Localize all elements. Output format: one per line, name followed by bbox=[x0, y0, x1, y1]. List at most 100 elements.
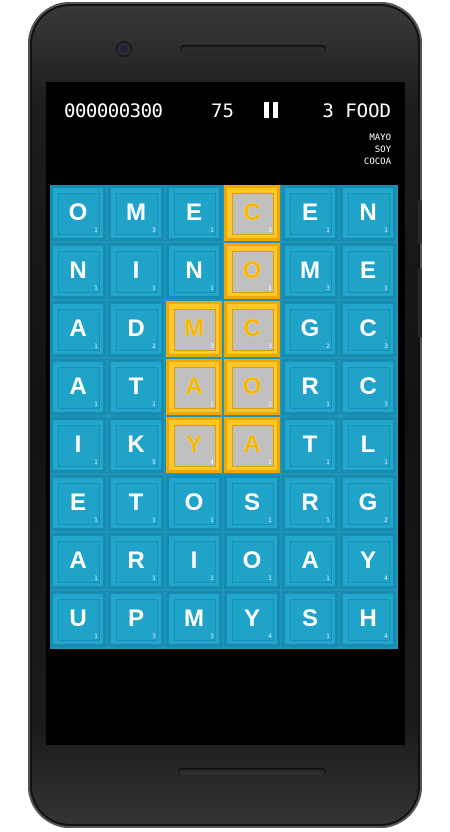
letter-tile[interactable]: R1 bbox=[282, 359, 338, 415]
tile-points: 1 bbox=[94, 227, 98, 234]
letter-tile[interactable]: H4 bbox=[340, 591, 396, 647]
letter-tile[interactable]: C3 bbox=[224, 301, 280, 357]
tile-points: 3 bbox=[268, 343, 272, 350]
tile-points: 1 bbox=[210, 575, 214, 582]
moves-counter: 75 bbox=[211, 100, 234, 122]
letter-tile[interactable]: E1 bbox=[50, 475, 106, 531]
letter-tile[interactable]: A1 bbox=[50, 301, 106, 357]
tile-points: 1 bbox=[94, 285, 98, 292]
game-screen: 000000300 75 3 FOOD MAYO SOY COCOA O1M3E… bbox=[46, 82, 405, 745]
tile-points: 1 bbox=[326, 633, 330, 640]
letter-tile[interactable]: T1 bbox=[282, 417, 338, 473]
tile-points: 1 bbox=[268, 517, 272, 524]
tile-points: 3 bbox=[268, 227, 272, 234]
tile-points: 1 bbox=[326, 227, 330, 234]
letter-tile[interactable]: T1 bbox=[108, 475, 164, 531]
tile-points: 1 bbox=[384, 227, 388, 234]
tile-points: 4 bbox=[210, 459, 214, 466]
letter-tile[interactable]: Y4 bbox=[340, 533, 396, 589]
letter-tile[interactable]: N1 bbox=[166, 243, 222, 299]
letter-tile[interactable]: I1 bbox=[50, 417, 106, 473]
volume-button bbox=[418, 200, 422, 244]
tile-points: 2 bbox=[384, 517, 388, 524]
letter-tile[interactable]: Y4 bbox=[224, 591, 280, 647]
letter-tile[interactable]: R1 bbox=[282, 475, 338, 531]
tile-points: 1 bbox=[210, 401, 214, 408]
tile-points: 1 bbox=[94, 401, 98, 408]
word-item: SOY bbox=[374, 145, 391, 155]
tile-points: 4 bbox=[384, 575, 388, 582]
tile-points: 3 bbox=[326, 285, 330, 292]
letter-grid: O1M3E1C3E1N1N1I1N1O1M3E1A1D2M3C3G2C3A1T1… bbox=[50, 185, 398, 649]
tile-points: 3 bbox=[384, 401, 388, 408]
letter-tile[interactable]: M3 bbox=[282, 243, 338, 299]
letter-tile[interactable]: C3 bbox=[340, 359, 396, 415]
letter-tile[interactable]: O1 bbox=[50, 185, 106, 241]
letter-tile[interactable]: K5 bbox=[108, 417, 164, 473]
power-button bbox=[418, 268, 422, 338]
tile-points: 1 bbox=[152, 517, 156, 524]
letter-tile[interactable]: Y4 bbox=[166, 417, 222, 473]
tile-points: 3 bbox=[384, 343, 388, 350]
letter-tile[interactable]: I1 bbox=[108, 243, 164, 299]
letter-tile[interactable]: E1 bbox=[282, 185, 338, 241]
letter-tile[interactable]: O1 bbox=[224, 243, 280, 299]
tile-points: 4 bbox=[268, 633, 272, 640]
letter-tile[interactable]: A1 bbox=[50, 359, 106, 415]
letter-tile[interactable]: N1 bbox=[340, 185, 396, 241]
tile-points: 1 bbox=[384, 459, 388, 466]
score-display: 000000300 bbox=[64, 100, 163, 122]
letter-tile[interactable]: O1 bbox=[224, 359, 280, 415]
letter-tile[interactable]: T1 bbox=[108, 359, 164, 415]
tile-points: 1 bbox=[152, 285, 156, 292]
tile-points: 1 bbox=[94, 633, 98, 640]
word-item: MAYO bbox=[369, 133, 391, 143]
pause-icon[interactable] bbox=[264, 102, 278, 118]
tile-points: 2 bbox=[152, 343, 156, 350]
letter-tile[interactable]: U1 bbox=[50, 591, 106, 647]
letter-tile[interactable]: S1 bbox=[224, 475, 280, 531]
letter-tile[interactable]: E1 bbox=[340, 243, 396, 299]
tile-points: 1 bbox=[326, 517, 330, 524]
tile-points: 1 bbox=[94, 575, 98, 582]
tile-points: 1 bbox=[210, 517, 214, 524]
letter-tile[interactable]: A1 bbox=[166, 359, 222, 415]
letter-tile[interactable]: M3 bbox=[108, 185, 164, 241]
letter-tile[interactable]: G2 bbox=[340, 475, 396, 531]
letter-tile[interactable]: M3 bbox=[166, 301, 222, 357]
tile-points: 1 bbox=[152, 401, 156, 408]
tile-points: 1 bbox=[326, 575, 330, 582]
camera-icon bbox=[118, 43, 130, 55]
letter-tile[interactable]: A1 bbox=[282, 533, 338, 589]
tile-points: 1 bbox=[268, 459, 272, 466]
tile-points: 1 bbox=[94, 459, 98, 466]
tile-points: 2 bbox=[326, 343, 330, 350]
letter-tile[interactable]: A1 bbox=[224, 417, 280, 473]
letter-tile[interactable]: A1 bbox=[50, 533, 106, 589]
letter-tile[interactable]: C3 bbox=[224, 185, 280, 241]
letter-tile[interactable]: L1 bbox=[340, 417, 396, 473]
letter-tile[interactable]: G2 bbox=[282, 301, 338, 357]
tile-points: 1 bbox=[268, 401, 272, 408]
topic-label: 3 FOOD bbox=[322, 100, 391, 122]
tile-points: 3 bbox=[152, 633, 156, 640]
letter-tile[interactable]: D2 bbox=[108, 301, 164, 357]
tile-points: 1 bbox=[152, 575, 156, 582]
letter-tile[interactable]: I1 bbox=[166, 533, 222, 589]
letter-tile[interactable]: O1 bbox=[166, 475, 222, 531]
letter-tile[interactable]: O1 bbox=[224, 533, 280, 589]
letter-tile[interactable]: P3 bbox=[108, 591, 164, 647]
tile-points: 1 bbox=[326, 401, 330, 408]
tile-points: 1 bbox=[326, 459, 330, 466]
letter-tile[interactable]: E1 bbox=[166, 185, 222, 241]
letter-tile[interactable]: N1 bbox=[50, 243, 106, 299]
hud: 000000300 75 3 FOOD MAYO SOY COCOA bbox=[46, 82, 405, 182]
tile-points: 1 bbox=[384, 285, 388, 292]
tile-points: 1 bbox=[210, 227, 214, 234]
letter-tile[interactable]: M3 bbox=[166, 591, 222, 647]
word-item: COCOA bbox=[363, 157, 391, 167]
letter-tile[interactable]: S1 bbox=[282, 591, 338, 647]
letter-tile[interactable]: C3 bbox=[340, 301, 396, 357]
tile-points: 1 bbox=[268, 285, 272, 292]
letter-tile[interactable]: R1 bbox=[108, 533, 164, 589]
